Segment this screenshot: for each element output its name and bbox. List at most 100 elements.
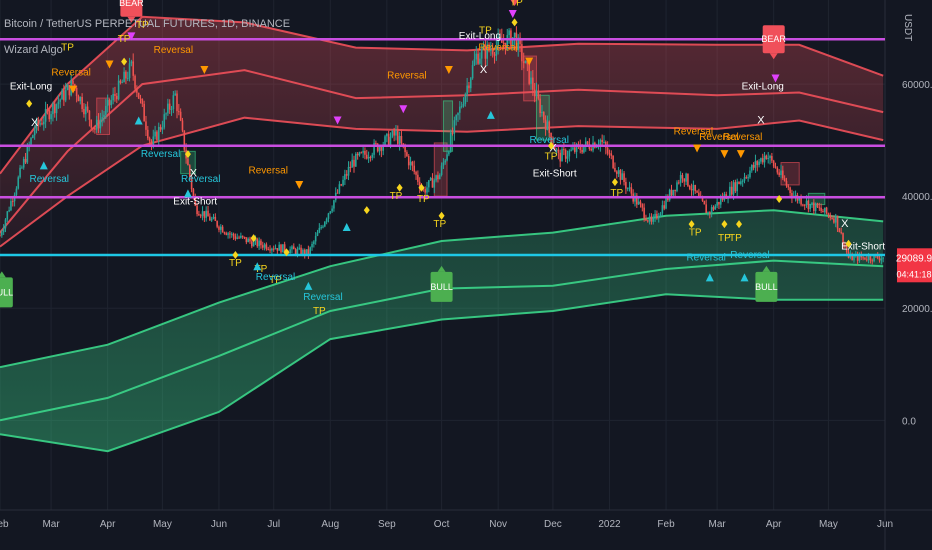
candle-body	[572, 147, 574, 150]
candle-body	[814, 203, 817, 211]
candle-body	[493, 54, 496, 56]
candle-body	[247, 238, 249, 243]
candle-body	[448, 151, 450, 155]
y-tick-label: 60000.0	[902, 80, 932, 91]
candle-body	[466, 85, 468, 95]
candle-body	[785, 180, 788, 186]
candle-body	[617, 170, 620, 174]
candle-body	[568, 150, 571, 157]
price-chart[interactable]: 60000.0 40000.0 20000.0 0.0 Feb Mar Apr May Jun J…	[0, 0, 932, 550]
candle-body	[291, 246, 293, 250]
candle-body	[778, 172, 780, 176]
candle-body	[867, 256, 870, 261]
take-profit-label: TP	[61, 42, 74, 53]
candle-body	[364, 150, 366, 155]
candle-body	[292, 246, 295, 250]
candle-body	[769, 156, 771, 158]
candle-body	[816, 203, 819, 208]
candle-body	[94, 128, 96, 130]
exit-signal-label: Exit-Short	[533, 169, 577, 180]
candle-body	[159, 126, 162, 130]
candle-body	[610, 153, 613, 156]
take-profit-label: TP	[479, 26, 492, 37]
candle-body	[803, 204, 806, 206]
exit-x-mark: X	[31, 117, 39, 129]
indicator-name[interactable]: Wizard Algo	[4, 44, 63, 56]
candle-body	[106, 99, 109, 106]
candle-body	[103, 114, 105, 118]
candle-body	[415, 171, 417, 175]
candle-body	[353, 159, 355, 167]
candle-body	[156, 131, 158, 140]
candle-body	[657, 216, 660, 219]
candle-body	[460, 105, 463, 107]
candle-body	[809, 204, 811, 210]
candle-body	[437, 175, 439, 180]
candle-body	[760, 158, 762, 162]
candle-body	[776, 167, 779, 173]
candle-body	[601, 139, 603, 143]
candle-body	[840, 232, 843, 234]
candle-body	[322, 226, 324, 228]
candle-body	[24, 159, 27, 163]
candle-body	[637, 201, 640, 205]
reversal-label-teal: Reversal	[686, 253, 725, 264]
candle-body	[825, 207, 828, 214]
candle-body	[831, 217, 833, 219]
candle-body	[745, 177, 748, 179]
candle-body	[386, 133, 388, 137]
take-profit-label: TP	[229, 258, 242, 269]
bear-text: BEAR	[119, 0, 144, 8]
candle-body	[566, 156, 569, 159]
candle-body	[79, 97, 82, 102]
candle-body	[384, 136, 386, 145]
candle-body	[750, 164, 753, 171]
candle-body	[289, 249, 291, 254]
candle-body	[170, 109, 173, 111]
candle-body	[716, 201, 718, 206]
candle-body	[148, 138, 151, 141]
candle-body	[530, 77, 532, 84]
x-tick-label: Apr	[100, 519, 116, 530]
candle-body	[451, 132, 454, 134]
candle-body	[650, 216, 653, 222]
bull-text: BULL	[0, 287, 13, 297]
candle-body	[139, 98, 142, 100]
candle-body	[698, 192, 700, 196]
candle-body	[314, 235, 317, 242]
candle-body	[105, 105, 107, 115]
candle-body	[345, 174, 348, 176]
candle-body	[230, 233, 233, 235]
bar-countdown: 04:41:18	[896, 269, 931, 279]
candle-body	[802, 204, 804, 206]
take-profit-label: TP	[118, 34, 131, 45]
candle-body	[838, 228, 841, 233]
x-tick-label: May	[153, 519, 172, 530]
candle-body	[522, 61, 525, 64]
candle-body	[258, 240, 260, 247]
candle-body	[137, 92, 140, 99]
candle-body	[351, 159, 353, 168]
candle-body	[48, 110, 51, 120]
candle-body	[782, 170, 784, 179]
candle-body	[670, 189, 673, 196]
candle-body	[628, 187, 631, 189]
chart-title: Bitcoin / TetherUS PERPETUAL FUTURES, 1D…	[4, 18, 291, 30]
candle-body	[813, 202, 815, 211]
candle-body	[117, 80, 120, 100]
candle-body	[513, 32, 516, 38]
candle-body	[407, 156, 410, 166]
candle-body	[475, 53, 478, 60]
candle-body	[822, 210, 824, 213]
candle-body	[30, 137, 32, 145]
candle-body	[455, 115, 457, 121]
candle-body	[360, 152, 363, 154]
candle-body	[477, 53, 479, 64]
candle-body	[772, 160, 775, 167]
candle-body	[882, 257, 884, 259]
candle-body	[119, 80, 122, 83]
candle-body	[696, 191, 698, 193]
candle-body	[57, 101, 60, 105]
candle-body	[771, 156, 773, 161]
bull-text: BULL	[755, 282, 778, 292]
